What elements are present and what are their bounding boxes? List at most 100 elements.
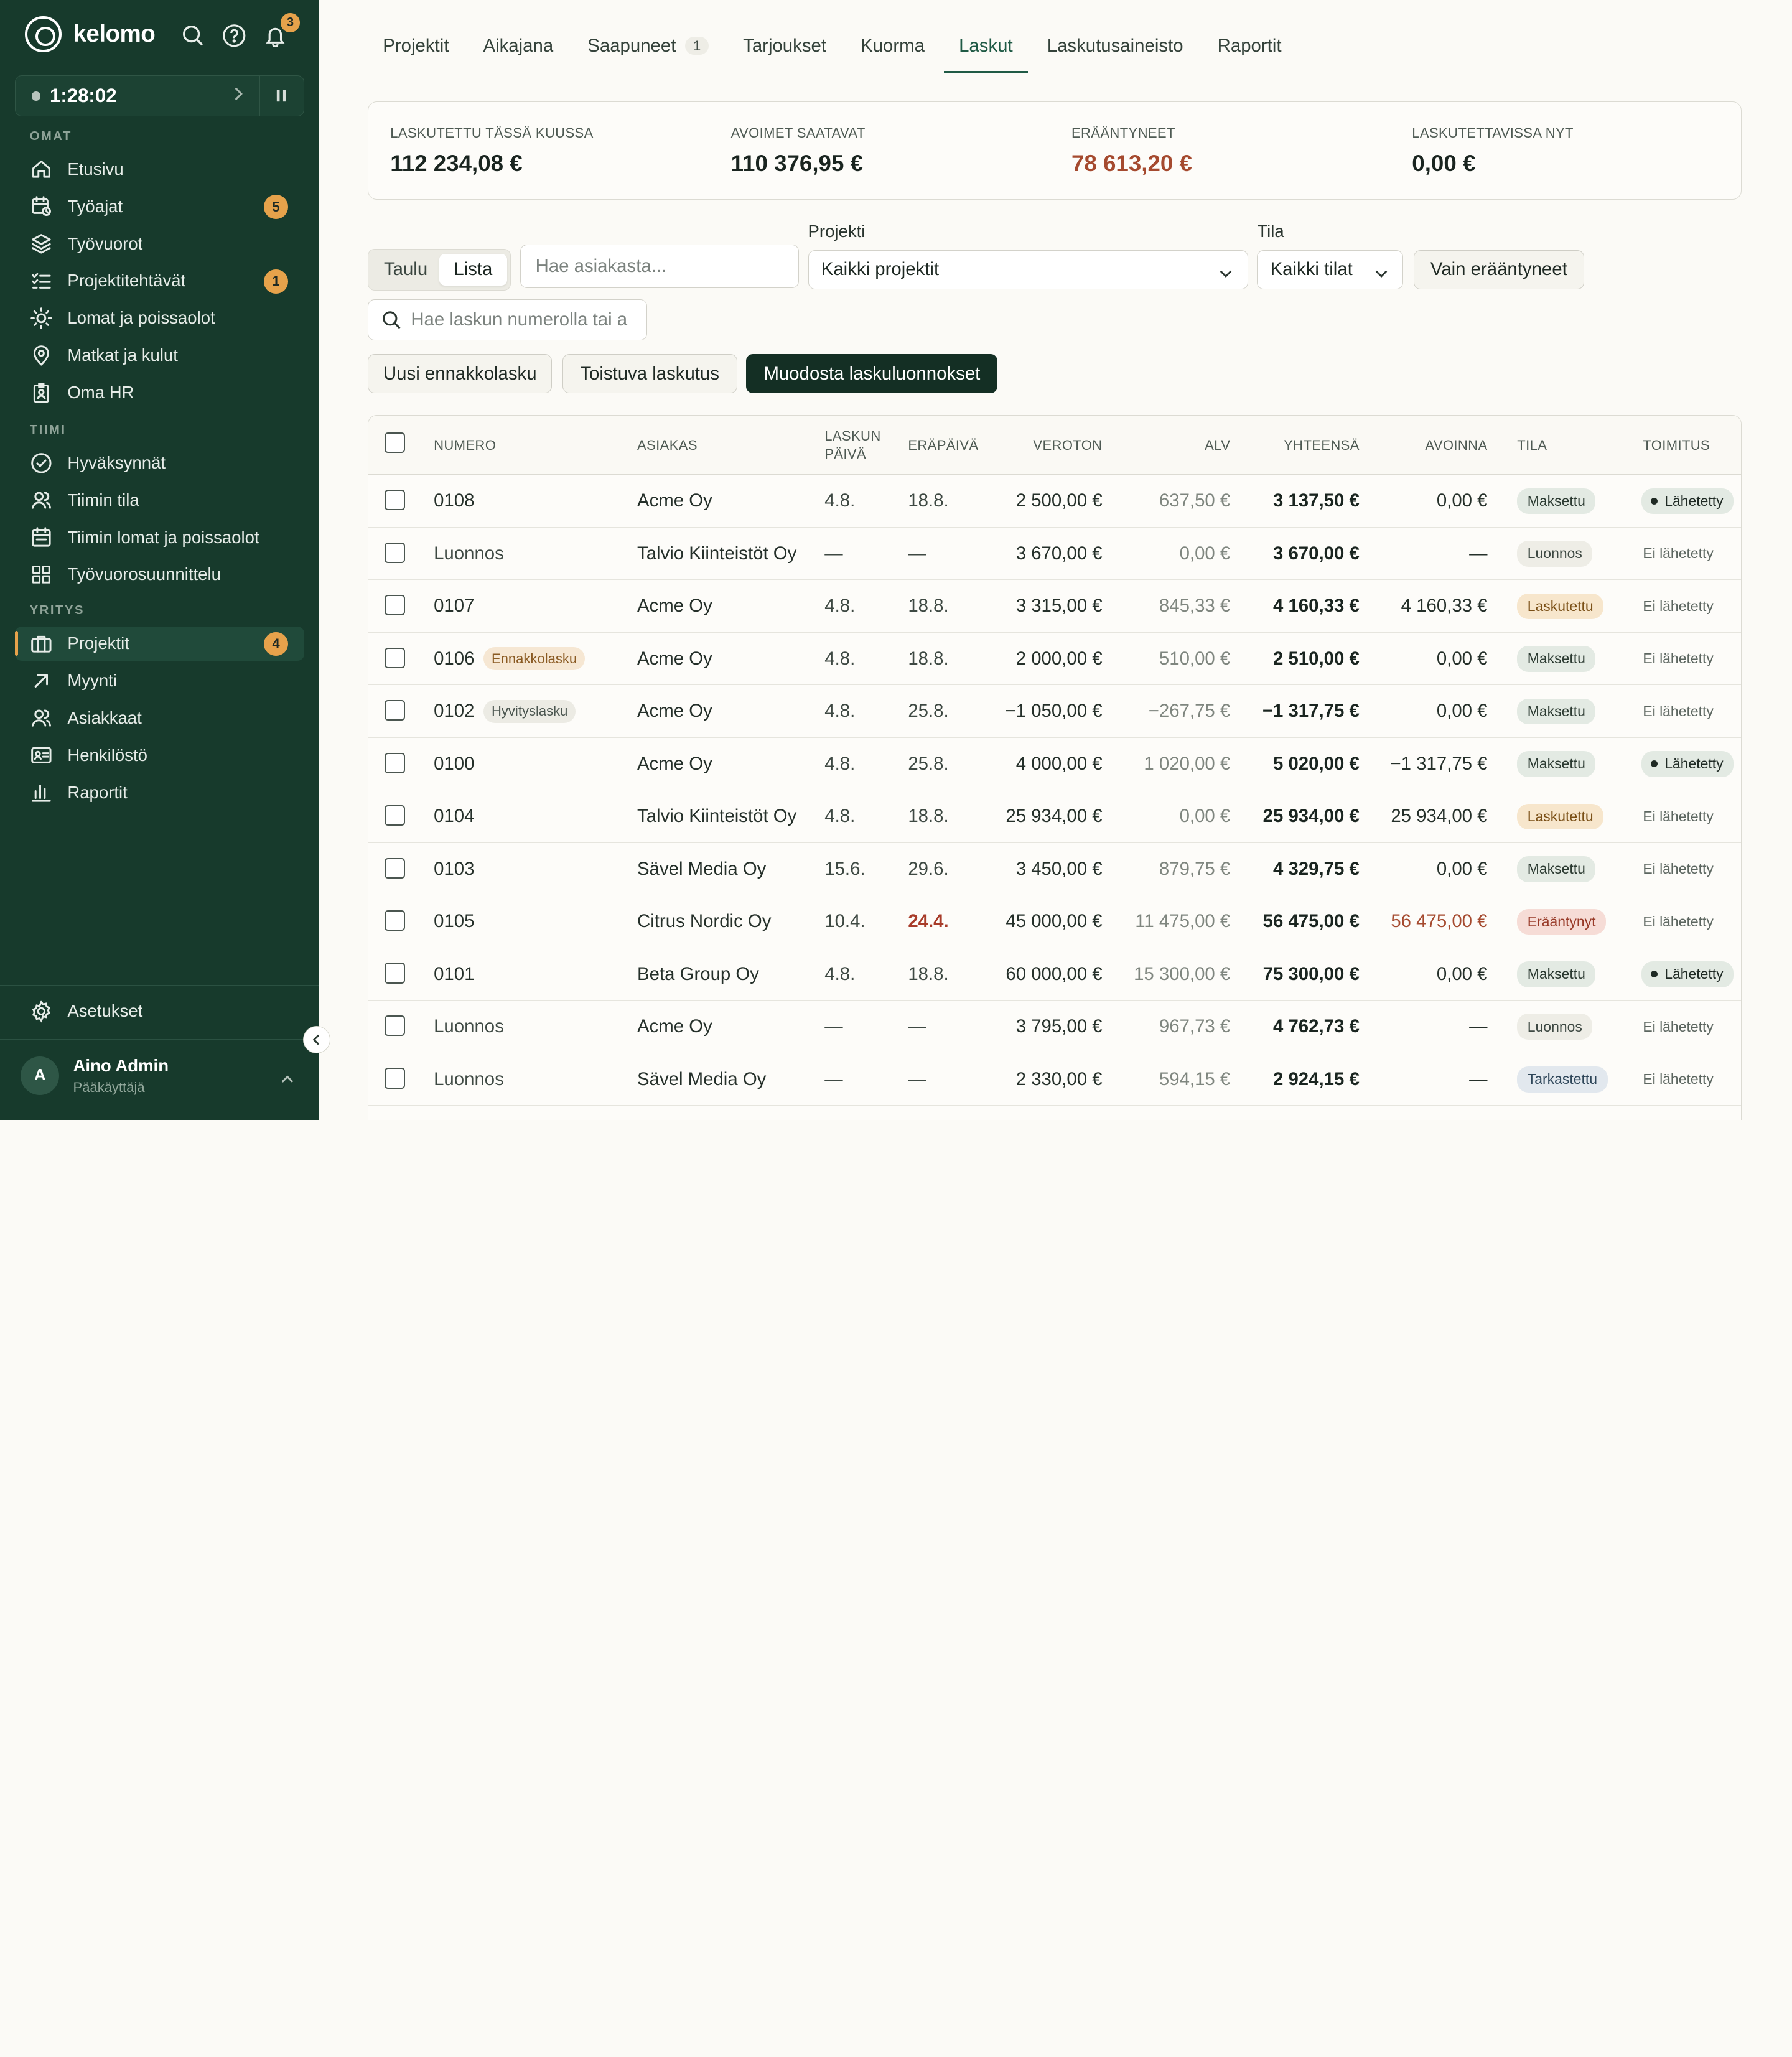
open-amount-cell: 25 934,00 € xyxy=(1391,806,1488,827)
generate-drafts-button[interactable]: Muodosta laskuluonnokset xyxy=(746,354,998,393)
project-select[interactable]: Kaikki projektit xyxy=(808,250,1248,289)
column-status[interactable]: TILA xyxy=(1517,436,1547,454)
table-row[interactable]: Luonnos Talvio Kiinteistöt Oy — — 3 670,00 €… xyxy=(368,528,1742,581)
column-open[interactable]: AVOINNA xyxy=(1374,436,1488,454)
open-amount-cell: 0,00 € xyxy=(1436,490,1488,511)
net-amount-cell: 3 315,00 € xyxy=(1015,595,1103,617)
delivery-label: Ei lähetetty xyxy=(1643,913,1714,930)
customer-cell[interactable]: Talvio Kiinteistöt Oy xyxy=(637,528,796,580)
customer-cell[interactable]: Beta Group Oy xyxy=(637,948,759,1001)
customer-cell[interactable]: Acme Oy xyxy=(637,475,712,527)
column-vat[interactable]: ALV xyxy=(1123,436,1231,454)
invoice-number: 0100 xyxy=(434,753,475,774)
column-customer[interactable]: ASIAKAS xyxy=(637,436,698,454)
table-row[interactable]: 0100 Acme Oy 4.8. 25.8. 4 000,00 € 1 020,00 €… xyxy=(368,738,1742,791)
status-select[interactable]: Kaikki tilat xyxy=(1257,250,1404,289)
column-total[interactable]: YHTEENSÄ xyxy=(1249,436,1360,454)
net-amount-cell: 3 670,00 € xyxy=(1015,543,1103,564)
overdue-only-button[interactable]: Vain erääntyneet xyxy=(1413,250,1584,289)
customer-cell[interactable]: Acme Oy xyxy=(637,685,712,737)
column-delivery[interactable]: TOIMITUS xyxy=(1643,436,1710,454)
row-checkbox[interactable] xyxy=(385,700,406,721)
select-all-checkbox[interactable] xyxy=(385,432,406,454)
table-row[interactable]: 0108 Acme Oy 4.8. 18.8. 2 500,00 € 637,50 € 3 … xyxy=(368,475,1742,528)
delivery-badge: Lähetetty xyxy=(1641,488,1734,515)
status-cell: Tarkastettu xyxy=(1517,1053,1608,1106)
customer-cell[interactable]: Talvio Kiinteistöt Oy xyxy=(637,790,796,842)
tab-aikajana[interactable]: Aikajana xyxy=(469,32,568,72)
row-checkbox[interactable] xyxy=(385,1068,406,1089)
column-due-date[interactable]: ERÄPÄIVÄ xyxy=(908,436,978,454)
new-advance-invoice-button[interactable]: Uusi ennakkolasku xyxy=(368,354,553,393)
row-checkbox[interactable] xyxy=(385,490,406,511)
tab-kuorma[interactable]: Kuorma xyxy=(846,32,940,72)
status-badge: Laskutettu xyxy=(1517,593,1604,620)
vat-amount-cell: 967,73 € xyxy=(1159,1016,1231,1037)
delivery-cell: Ei lähetetty xyxy=(1643,843,1713,895)
tab-label: Kuorma xyxy=(861,35,925,56)
customer-cell[interactable]: Acme Oy xyxy=(637,1001,712,1053)
view-table-option[interactable]: Taulu xyxy=(372,254,439,286)
stat-card: AVOIMET SAATAVAT 110 376,95 € xyxy=(709,102,1050,199)
collapse-sidebar-button[interactable] xyxy=(302,1026,330,1054)
table-row[interactable]: 0102 Hyvityslasku Acme Oy 4.8. 25.8. −1 050,0… xyxy=(368,685,1742,738)
invoice-date-cell: 4.8. xyxy=(824,701,856,722)
status-cell: Laskutettu xyxy=(1517,790,1604,842)
table-row[interactable]: 0107 Acme Oy 4.8. 18.8. 3 315,00 € 845,33 € 4 … xyxy=(368,580,1742,633)
tab-raportit[interactable]: Raportit xyxy=(1203,32,1297,72)
column-number[interactable]: NUMERO xyxy=(434,436,496,454)
delivery-badge: Lähetetty xyxy=(1641,751,1734,777)
status-badge: Maksettu xyxy=(1517,488,1596,515)
table-row[interactable]: Luonnos Sävel Media Oy — — 2 330,00 € 594,15 … xyxy=(368,1053,1742,1106)
status-cell: Laskutettu xyxy=(1517,580,1604,632)
row-checkbox[interactable] xyxy=(385,963,406,984)
tab-laskut[interactable]: Laskut xyxy=(944,32,1028,73)
table-row[interactable]: Luonnos Acme Oy — — 3 795,00 € 967,73 € 4 762,… xyxy=(368,1001,1742,1053)
net-amount-cell: 3 795,00 € xyxy=(1015,1016,1103,1037)
recurring-billing-button[interactable]: Toistuva laskutus xyxy=(562,354,737,393)
table-row[interactable]: 0105 Citrus Nordic Oy 10.4. 24.4. 45 000,00 … xyxy=(368,895,1742,948)
column-invoice-date[interactable]: LASKUN PÄIVÄ xyxy=(824,427,880,464)
row-checkbox[interactable] xyxy=(385,595,406,616)
customer-cell[interactable]: Sävel Media Oy xyxy=(637,843,766,895)
customer-cell[interactable]: Sävel Media Oy xyxy=(637,1053,766,1106)
row-checkbox[interactable] xyxy=(385,752,406,773)
customer-cell[interactable]: Acme Oy xyxy=(637,633,712,685)
delivery-label: Ei lähetetty xyxy=(1643,1071,1714,1088)
tab-saapuneet[interactable]: Saapuneet 1 xyxy=(572,32,724,72)
sent-dot-icon xyxy=(1651,497,1658,505)
open-amount-cell: 0,00 € xyxy=(1436,963,1488,984)
total-amount-cell: −1 317,75 € xyxy=(1262,701,1360,722)
view-list-option[interactable]: Lista xyxy=(439,253,507,286)
tab-count-badge: 1 xyxy=(685,36,709,55)
stat-value: 78 613,20 € xyxy=(1071,150,1192,176)
table-row[interactable]: 0101 Beta Group Oy 4.8. 18.8. 60 000,00 € 15 … xyxy=(368,948,1742,1001)
net-amount-cell: 4 000,00 € xyxy=(1015,753,1103,774)
row-checkbox[interactable] xyxy=(385,910,406,931)
tab-projektit[interactable]: Projektit xyxy=(368,32,464,72)
row-checkbox[interactable] xyxy=(385,542,406,563)
status-cell: Luonnos xyxy=(1517,1001,1593,1053)
customer-search-input[interactable]: Hae asiakasta... xyxy=(520,245,799,288)
row-checkbox[interactable] xyxy=(385,1015,406,1037)
tab-tarjoukset[interactable]: Tarjoukset xyxy=(728,32,841,72)
customer-cell[interactable]: Acme Oy xyxy=(637,580,712,632)
delivery-label: Lähetetty xyxy=(1664,755,1724,772)
row-checkbox[interactable] xyxy=(385,647,406,668)
status-cell: Maksettu xyxy=(1517,475,1596,527)
table-row[interactable]: 0106 Ennakkolasku Acme Oy 4.8. 18.8. 2 000,00… xyxy=(368,633,1742,686)
invoice-search-input[interactable]: Hae laskun numerolla tai a xyxy=(368,299,647,341)
due-date-cell: 29.6. xyxy=(908,858,949,879)
vat-amount-cell: 1 020,00 € xyxy=(1144,753,1231,774)
due-date-cell: 18.8. xyxy=(908,963,949,984)
table-row[interactable]: 0103 Sävel Media Oy 15.6. 29.6. 3 450,00 € 87… xyxy=(368,843,1742,896)
tab-laskutusaineisto[interactable]: Laskutusaineisto xyxy=(1032,32,1198,72)
invoice-type-tag: Hyvityslasku xyxy=(483,699,576,723)
customer-cell[interactable]: Acme Oy xyxy=(637,738,712,790)
table-row[interactable]: 0104 Talvio Kiinteistöt Oy 4.8. 18.8. 25 934… xyxy=(368,790,1742,843)
customer-cell[interactable]: Citrus Nordic Oy xyxy=(637,895,771,948)
column-net[interactable]: VEROTON xyxy=(998,436,1102,454)
vat-amount-cell: 15 300,00 € xyxy=(1134,963,1231,984)
row-checkbox[interactable] xyxy=(385,805,406,826)
row-checkbox[interactable] xyxy=(385,857,406,879)
